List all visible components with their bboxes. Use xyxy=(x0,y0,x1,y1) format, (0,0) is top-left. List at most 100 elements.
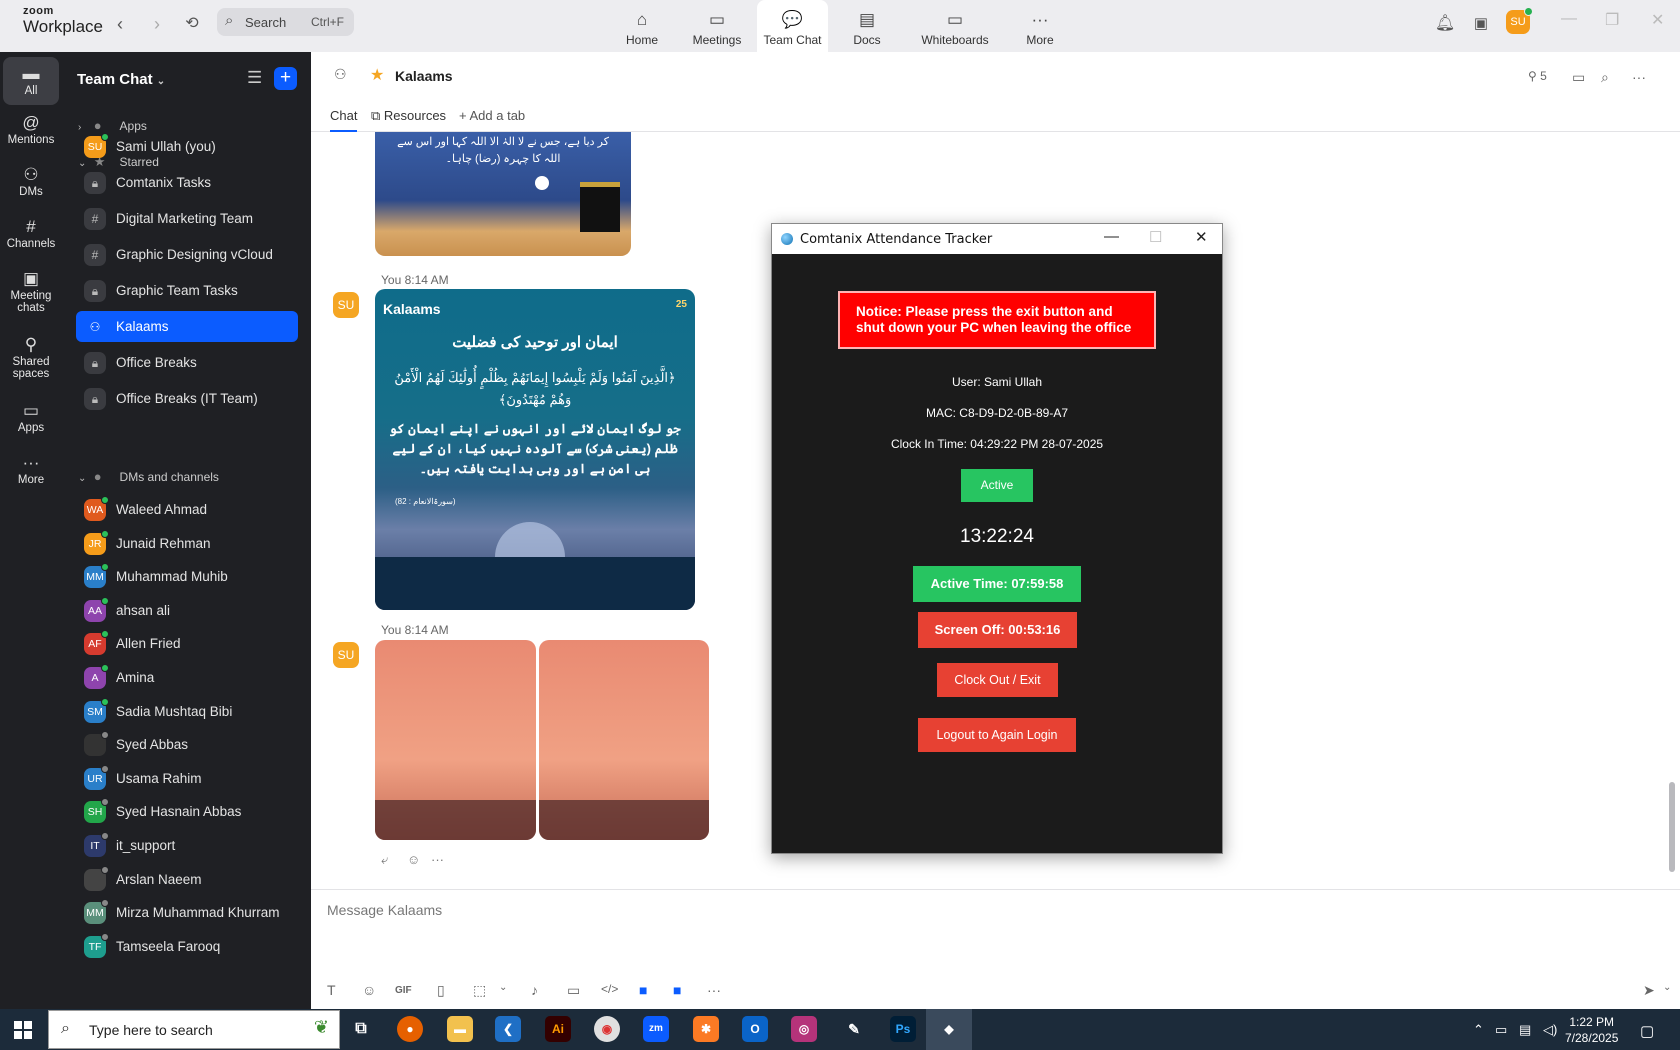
nav-docs[interactable]: ▤ Docs xyxy=(842,0,892,52)
windows-start-icon[interactable] xyxy=(14,1021,32,1039)
sidebar-item-office-breaks-it-team[interactable]: 🔒︎ Office Breaks (IT Team) xyxy=(76,383,298,414)
rail-dms[interactable]: ⚇ DMs xyxy=(3,164,59,198)
tab-resources[interactable]: ⧉ Resources xyxy=(371,108,446,132)
firefox-icon[interactable]: ● xyxy=(397,1016,423,1042)
dm-item[interactable]: SH Syed Hasnain Abbas xyxy=(76,796,298,827)
pen-tool-icon[interactable]: ✎ xyxy=(841,1016,867,1042)
maximize-icon[interactable]: ❐ xyxy=(1605,10,1619,30)
attendance-titlebar[interactable]: Comtanix Attendance Tracker — ☐ ✕ xyxy=(772,224,1222,254)
dm-item[interactable]: JR Junaid Rehman xyxy=(76,528,298,559)
author-avatar[interactable]: SU xyxy=(333,292,359,318)
dm-item[interactable]: MM Mirza Muhammad Khurram xyxy=(76,897,298,928)
channel-name[interactable]: Kalaams xyxy=(395,68,453,84)
creative-cloud-icon[interactable]: ◎ xyxy=(791,1016,817,1042)
tray-network-icon[interactable]: ▭ xyxy=(1495,1022,1507,1038)
kalaam-image-top[interactable]: کر دیا ہے، جس نے لا الہٰ الا اللہ کہا او… xyxy=(375,132,631,256)
tab-chat[interactable]: Chat xyxy=(330,108,358,132)
app-icon-1[interactable]: ■ xyxy=(639,982,647,998)
sidebar-item-graphic-designing-vcloud[interactable]: # Graphic Designing vCloud xyxy=(76,239,298,270)
dm-item[interactable]: MM Muhammad Muhib xyxy=(76,561,298,592)
dm-item[interactable]: WA Waleed Ahmad xyxy=(76,494,298,525)
emoji-icon[interactable]: ☺ xyxy=(362,982,376,998)
dm-item[interactable]: IT it_support xyxy=(76,830,298,861)
emoji-reaction-icon[interactable]: ☺ xyxy=(407,852,420,867)
dm-item[interactable]: TF Tamseela Farooq xyxy=(76,931,298,962)
video-message-icon[interactable]: ▭ xyxy=(567,982,580,999)
search-icon[interactable]: ⌕ xyxy=(1601,69,1609,86)
sidebar-item-comtanix-tasks[interactable]: 🔒︎ Comtanix Tasks xyxy=(76,167,298,198)
scrollbar[interactable] xyxy=(1669,782,1675,872)
nav-team-chat[interactable]: 💬 Team Chat xyxy=(757,0,828,52)
video-call-icon[interactable]: ▭ xyxy=(1572,69,1585,86)
more-dots-icon[interactable]: ··· xyxy=(707,982,721,998)
chevron-down-icon[interactable]: ⌄ xyxy=(1663,982,1671,993)
file-explorer-icon[interactable]: ▬ xyxy=(447,1016,473,1042)
app-icon-2[interactable]: ■ xyxy=(673,982,681,998)
section-dms-and-channels[interactable]: ⌄ ● DMs and channels xyxy=(76,461,298,492)
illustrator-icon[interactable]: Ai xyxy=(545,1016,571,1042)
nav-whiteboards[interactable]: ▭ Whiteboards xyxy=(917,0,993,52)
nav-meetings[interactable]: ▭ Meetings xyxy=(687,0,747,52)
members-button[interactable]: ⚲ 5 xyxy=(1528,69,1547,83)
logout-button[interactable]: Logout to Again Login xyxy=(918,718,1076,752)
rail-shared-spaces[interactable]: ⚲ Shared spaces xyxy=(3,334,59,380)
minimize-icon[interactable]: — xyxy=(1561,10,1577,28)
photoshop-icon[interactable]: Ps xyxy=(890,1016,916,1042)
text-format-icon[interactable]: T xyxy=(327,982,336,998)
task-view-icon[interactable]: ⧉ xyxy=(348,1016,374,1042)
tray-battery-icon[interactable]: ▤ xyxy=(1519,1022,1531,1038)
dm-item[interactable]: SM Sadia Mushtaq Bibi xyxy=(76,696,298,727)
dm-item[interactable]: A Amina xyxy=(76,662,298,693)
kalaam-image-iman[interactable]: Kalaams 25 ایمان اور توحید کی فضلیت ﴿الَ… xyxy=(375,289,695,610)
taskbar-clock[interactable]: 1:22 PM 7/28/2025 xyxy=(1565,1014,1618,1046)
star-icon[interactable]: ★ xyxy=(370,65,384,85)
sidebar-item-graphic-team-tasks[interactable]: 🔒︎ Graphic Team Tasks xyxy=(76,275,298,306)
dm-item[interactable]: AF Allen Fried xyxy=(76,628,298,659)
more-dots-icon[interactable]: ··· xyxy=(431,852,444,867)
forward-arrow-icon[interactable]: › xyxy=(145,12,169,36)
bell-icon[interactable]: 🔔︎ xyxy=(1433,12,1457,36)
notifications-icon[interactable]: ▢ xyxy=(1640,1022,1654,1040)
tray-chevron-up-icon[interactable]: ⌃ xyxy=(1473,1022,1484,1038)
rail-more[interactable]: ··· More xyxy=(3,452,59,486)
close-icon[interactable]: ✕ xyxy=(1651,10,1664,30)
add-tab-button[interactable]: + Add a tab xyxy=(459,108,525,132)
nav-home[interactable]: ⌂ Home xyxy=(617,0,667,52)
chevron-down-icon[interactable]: ⌄ xyxy=(499,982,507,993)
send-icon[interactable]: ➤ xyxy=(1643,982,1655,999)
kalaam-image-urdu[interactable] xyxy=(375,640,536,840)
attendance-tracker-taskbar-icon[interactable]: ◆ xyxy=(926,1009,972,1050)
attach-file-icon[interactable]: ▯ xyxy=(437,982,445,999)
vscode-icon[interactable]: ❮ xyxy=(495,1016,521,1042)
message-composer[interactable]: Message Kalaams T ☺ GIF ▯ ⬚ ⌄ ♪ ▭ </> ■ … xyxy=(311,889,1680,1009)
code-icon[interactable]: </> xyxy=(601,982,618,996)
dm-item[interactable]: Syed Abbas xyxy=(76,729,298,760)
taskbar-search-input[interactable]: ⌕ Type here to search ❦ xyxy=(48,1010,340,1049)
tray-volume-icon[interactable]: ◁) xyxy=(1543,1022,1557,1038)
search-input[interactable]: ⌕ Search Ctrl+F xyxy=(217,8,354,36)
rail-all[interactable]: ▬ All xyxy=(3,57,59,105)
filter-icon[interactable]: ☰ xyxy=(247,68,262,88)
close-icon[interactable]: ✕ xyxy=(1195,228,1208,246)
sidebar-item-office-breaks[interactable]: 🔒︎ Office Breaks xyxy=(76,347,298,378)
dm-item[interactable]: UR Usama Rahim xyxy=(76,763,298,794)
calendar-icon[interactable]: ▣ xyxy=(1469,12,1493,36)
sidebar-item-digital-marketing-team[interactable]: # Digital Marketing Team xyxy=(76,203,298,234)
microphone-icon[interactable]: ♪ xyxy=(531,982,538,998)
gif-icon[interactable]: GIF xyxy=(395,985,412,996)
screenshot-icon[interactable]: ⬚ xyxy=(473,982,486,999)
dm-item[interactable]: AA ahsan ali xyxy=(76,595,298,626)
rail-apps[interactable]: ▭ Apps xyxy=(3,400,59,434)
history-icon[interactable]: ⟲ xyxy=(180,12,204,36)
maximize-icon[interactable]: ☐ xyxy=(1149,228,1162,246)
outlook-icon[interactable]: O xyxy=(742,1016,768,1042)
nav-more[interactable]: ··· More xyxy=(1022,0,1058,52)
zoom-icon[interactable]: zm xyxy=(643,1016,669,1042)
rail-channels[interactable]: # Channels xyxy=(3,216,59,250)
author-avatar[interactable]: SU xyxy=(333,642,359,668)
more-dots-icon[interactable]: ··· xyxy=(1632,69,1646,85)
back-arrow-icon[interactable]: ‹ xyxy=(108,12,132,36)
sidebar-title[interactable]: Team Chat ⌄ xyxy=(77,71,165,88)
reply-icon[interactable]: ⤶ xyxy=(381,852,388,868)
rail-mentions[interactable]: @ Mentions xyxy=(3,112,59,146)
